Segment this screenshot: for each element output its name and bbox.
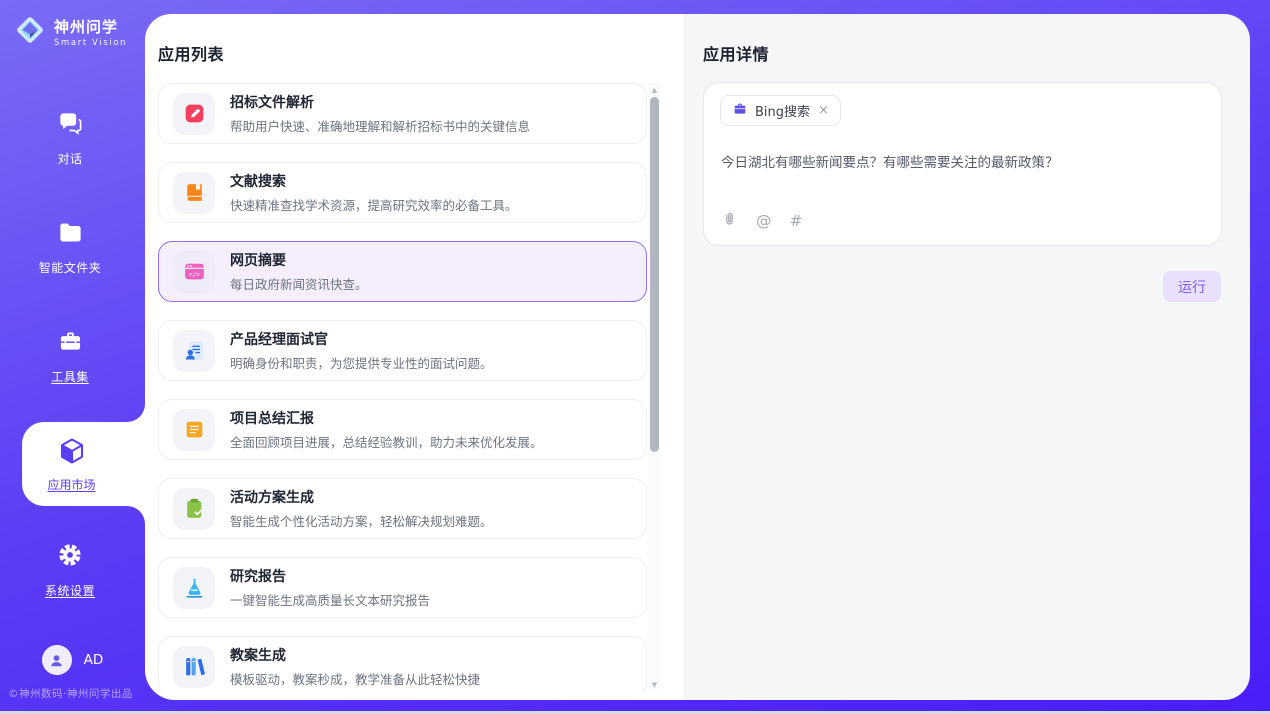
gear-icon bbox=[56, 541, 84, 573]
sidebar-item-chat[interactable]: 对话 bbox=[0, 110, 140, 167]
sidebar-item-smart-folder[interactable]: 智能文件夹 bbox=[0, 219, 140, 276]
user-initials: AD bbox=[84, 652, 104, 668]
attachment-icon[interactable] bbox=[721, 211, 738, 232]
research-icon bbox=[173, 567, 215, 609]
app-detail-title: 应用详情 bbox=[703, 41, 769, 65]
app-card-description: 智能生成个性化活动方案，轻松解决规划难题。 bbox=[230, 511, 493, 530]
sidebar-item-system-settings[interactable]: 系统设置 bbox=[0, 541, 140, 599]
sidebar-item-app-market[interactable]: 应用市场 bbox=[22, 422, 145, 506]
app-card-pm-interviewer[interactable]: 产品经理面试官 明确身份和职责，为您提供专业性的面试问题。 bbox=[158, 320, 647, 381]
app-card-research-report[interactable]: 研究报告 一键智能生成高质量长文本研究报告 bbox=[158, 557, 647, 618]
main-content: 应用列表 招标文件解析 帮助用户快速、准确地理解和解析招标书中的关键信息 文献搜… bbox=[145, 14, 1250, 700]
app-card-description: 快速精准查找学术资源，提高研究效率的必备工具。 bbox=[230, 195, 518, 214]
app-card-description: 每日政府新闻资讯快查。 bbox=[230, 274, 368, 293]
app-card-project-summary[interactable]: 项目总结汇报 全面回顾项目进展，总结经验教训，助力未来优化发展。 bbox=[158, 399, 647, 460]
app-card-web-summary[interactable]: </> 网页摘要 每日政府新闻资讯快查。 bbox=[158, 241, 647, 302]
person-icon bbox=[47, 651, 66, 670]
toolbox-icon bbox=[57, 328, 84, 359]
interviewer-icon bbox=[173, 330, 215, 372]
mention-icon[interactable]: @ bbox=[756, 214, 772, 230]
app-card-title: 产品经理面试官 bbox=[230, 329, 493, 349]
app-card-title: 网页摘要 bbox=[230, 250, 368, 270]
note-icon bbox=[173, 409, 215, 451]
edit-document-icon bbox=[173, 93, 215, 135]
sidebar-item-label: 工具集 bbox=[51, 368, 89, 385]
sidebar: 神州问学 Smart Vision 对话 智能文件夹 工具集 系统设置 AD ©… bbox=[0, 0, 145, 711]
scroll-down-arrow-icon[interactable]: ▼ bbox=[648, 681, 661, 689]
app-card-title: 项目总结汇报 bbox=[230, 408, 543, 428]
close-icon[interactable]: × bbox=[818, 104, 829, 117]
app-card-title: 活动方案生成 bbox=[230, 487, 493, 507]
app-list-title: 应用列表 bbox=[158, 41, 224, 65]
clipboard-check-icon bbox=[173, 488, 215, 530]
app-card-title: 招标文件解析 bbox=[230, 92, 530, 112]
active-tab-curve-bottom bbox=[125, 506, 145, 526]
app-list-panel: 应用列表 招标文件解析 帮助用户快速、准确地理解和解析招标书中的关键信息 文献搜… bbox=[145, 14, 683, 700]
tool-tag-bing-search[interactable]: Bing搜索 × bbox=[720, 95, 841, 126]
diamond-logo-icon bbox=[13, 13, 47, 51]
list-scrollbar[interactable]: ▲ ▼ bbox=[648, 83, 661, 692]
active-tab-curve-top bbox=[125, 402, 145, 422]
sidebar-item-label: 对话 bbox=[57, 150, 82, 167]
app-card-title: 教案生成 bbox=[230, 645, 480, 665]
brand-name: 神州问学 bbox=[54, 16, 127, 37]
app-card-description: 模板驱动，教案秒成，教学准备从此轻松快捷 bbox=[230, 669, 480, 688]
brand-logo: 神州问学 Smart Vision bbox=[13, 13, 127, 51]
sidebar-item-label: 应用市场 bbox=[47, 476, 95, 493]
svg-text:</>: </> bbox=[188, 271, 200, 278]
hash-icon[interactable]: # bbox=[790, 214, 803, 230]
query-text[interactable]: 今日湖北有哪些新闻要点？有哪些需要关注的最新政策？ bbox=[721, 151, 1205, 171]
app-list: 招标文件解析 帮助用户快速、准确地理解和解析招标书中的关键信息 文献搜索 快速精… bbox=[158, 83, 647, 692]
scrollbar-thumb[interactable] bbox=[650, 97, 659, 452]
sidebar-item-label: 系统设置 bbox=[45, 582, 95, 599]
app-card-description: 帮助用户快速、准确地理解和解析招标书中的关键信息 bbox=[230, 116, 530, 135]
books-icon bbox=[173, 646, 215, 688]
app-card-title: 研究报告 bbox=[230, 566, 430, 586]
app-card-lesson-plan[interactable]: 教案生成 模板驱动，教案秒成，教学准备从此轻松快捷 bbox=[158, 636, 647, 692]
run-button[interactable]: 运行 bbox=[1163, 271, 1221, 302]
prompt-card: Bing搜索 × 今日湖北有哪些新闻要点？有哪些需要关注的最新政策？ @ # bbox=[703, 82, 1222, 246]
web-code-icon: </> bbox=[173, 251, 215, 293]
app-card-bidding-analysis[interactable]: 招标文件解析 帮助用户快速、准确地理解和解析招标书中的关键信息 bbox=[158, 83, 647, 144]
app-card-literature-search[interactable]: 文献搜索 快速精准查找学术资源，提高研究效率的必备工具。 bbox=[158, 162, 647, 223]
app-detail-panel: 应用详情 Bing搜索 × 今日湖北有哪些新闻要点？有哪些需要关注的最新政策？ … bbox=[683, 14, 1250, 700]
composer-toolbar: @ # bbox=[721, 211, 803, 232]
brand-subtitle: Smart Vision bbox=[54, 38, 127, 48]
tool-tag-label: Bing搜索 bbox=[755, 101, 810, 120]
app-card-activity-plan[interactable]: 活动方案生成 智能生成个性化活动方案，轻松解决规划难题。 bbox=[158, 478, 647, 539]
chat-icon bbox=[57, 110, 84, 141]
app-card-title: 文献搜索 bbox=[230, 171, 518, 191]
sidebar-item-toolset[interactable]: 工具集 bbox=[0, 328, 140, 385]
app-card-description: 全面回顾项目进展，总结经验教训，助力未来优化发展。 bbox=[230, 432, 543, 451]
sidebar-item-label: 智能文件夹 bbox=[39, 259, 102, 276]
cube-icon bbox=[57, 436, 87, 470]
user-row[interactable]: AD bbox=[0, 645, 145, 675]
folder-icon bbox=[57, 219, 84, 250]
avatar[interactable] bbox=[42, 645, 72, 675]
sidebar-footer: ©神州数码·神州问学出品 bbox=[8, 686, 133, 701]
scroll-up-arrow-icon[interactable]: ▲ bbox=[648, 86, 661, 94]
briefcase-icon bbox=[732, 101, 748, 121]
app-card-description: 明确身份和职责，为您提供专业性的面试问题。 bbox=[230, 353, 493, 372]
book-icon bbox=[173, 172, 215, 214]
app-card-description: 一键智能生成高质量长文本研究报告 bbox=[230, 590, 430, 609]
